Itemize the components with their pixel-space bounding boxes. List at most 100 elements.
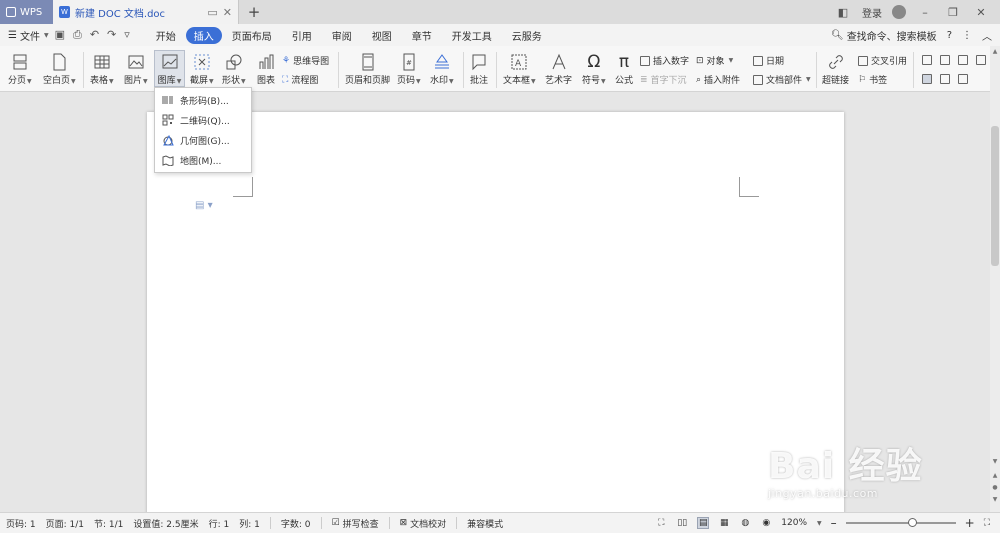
status-setting[interactable]: 设置值: 2.5厘米: [133, 517, 198, 530]
fullscreen-icon[interactable]: ⛶: [655, 517, 667, 529]
print-icon[interactable]: ⎙: [73, 28, 82, 42]
screenshot-button[interactable]: 截屏▼: [190, 51, 214, 86]
shapes-button[interactable]: 形状▼: [222, 51, 246, 86]
spell-check-button[interactable]: ☑ 拼写检查: [332, 517, 379, 530]
zoom-in-button[interactable]: +: [965, 516, 975, 530]
layout-option-icon[interactable]: [922, 74, 932, 84]
redo-icon[interactable]: ↷: [107, 28, 116, 42]
tab-references[interactable]: 引用: [282, 27, 322, 44]
status-pages[interactable]: 页面: 1/1: [46, 517, 84, 530]
zoom-out-button[interactable]: –: [831, 516, 837, 530]
minimize-tab-icon[interactable]: ▭: [207, 6, 217, 19]
eye-protect-icon[interactable]: ◉: [760, 517, 772, 529]
symbol-button[interactable]: Ω 符号▼: [582, 51, 606, 86]
status-section[interactable]: 节: 1/1: [94, 517, 123, 530]
date-button[interactable]: 日期: [753, 54, 784, 67]
gallery-button[interactable]: 图库▼: [154, 50, 185, 87]
tab-view[interactable]: 视图: [362, 27, 402, 44]
save-icon[interactable]: ▣: [55, 28, 65, 42]
zoom-level[interactable]: 120%: [781, 518, 807, 528]
layout-option-icon[interactable]: [958, 74, 968, 84]
hyperlink-button[interactable]: 超链接: [822, 51, 849, 86]
insert-attachment-button[interactable]: ⌕ 插入附件: [696, 73, 740, 87]
reading-view-icon[interactable]: ▯▯: [676, 517, 688, 529]
restore-window-button[interactable]: ❐: [944, 6, 962, 19]
doc-proof-button[interactable]: ⊠ 文档校对: [400, 517, 447, 530]
status-col[interactable]: 列: 1: [239, 517, 260, 530]
command-search[interactable]: 🔍︎ 查找命令、搜索模板: [831, 28, 937, 43]
minimize-window-button[interactable]: –: [916, 6, 934, 19]
cross-ref-button[interactable]: 交叉引用: [858, 54, 907, 67]
watermark-button[interactable]: 水印▼: [430, 51, 454, 86]
header-footer-button[interactable]: 页眉和页脚: [345, 51, 390, 86]
prev-page-icon[interactable]: ▲: [990, 472, 1000, 479]
chevron-down-icon: ▼: [43, 31, 49, 39]
chart-button[interactable]: 图表: [255, 51, 277, 86]
scroll-up-icon[interactable]: ▲: [990, 48, 1000, 55]
login-link[interactable]: 登录: [862, 5, 882, 20]
picture-button[interactable]: 图片▼: [124, 51, 148, 86]
view-option-icon[interactable]: [958, 55, 968, 65]
paste-options-icon[interactable]: ▤ ▾: [195, 200, 213, 211]
formula-button[interactable]: π 公式: [613, 51, 635, 86]
gallery-menu-geometry[interactable]: 几何图(G)...: [155, 130, 251, 150]
table-button[interactable]: 表格▼: [90, 51, 114, 86]
zoom-slider[interactable]: [845, 518, 956, 527]
object-button[interactable]: ⊡ 对象 ▼: [696, 54, 733, 68]
skin-icon[interactable]: ◧: [834, 6, 852, 19]
close-window-button[interactable]: ✕: [972, 6, 990, 19]
status-page-number[interactable]: 页码: 1: [6, 517, 36, 530]
more-icon[interactable]: ⋮: [962, 30, 972, 41]
help-icon[interactable]: ?: [947, 30, 952, 41]
flowchart-button[interactable]: ⛶ 流程图: [282, 73, 318, 87]
tab-insert[interactable]: 插入: [185, 26, 222, 44]
wps-home-tab[interactable]: WPS: [0, 0, 53, 24]
drop-cap-button[interactable]: ≣ 首字下沉: [640, 73, 687, 87]
page-break-button[interactable]: 分页▼: [8, 51, 32, 86]
tab-home[interactable]: 开始: [146, 27, 186, 44]
view-option-icon[interactable]: [976, 55, 986, 65]
close-tab-icon[interactable]: ✕: [223, 6, 232, 19]
status-row[interactable]: 行: 1: [209, 517, 230, 530]
layout-option-icon[interactable]: [940, 74, 950, 84]
scrollbar-thumb[interactable]: [991, 126, 999, 266]
new-tab-button[interactable]: +: [239, 0, 269, 24]
zoom-dropdown-icon[interactable]: ▼: [817, 520, 822, 527]
zoom-slider-thumb[interactable]: [907, 518, 917, 527]
select-browse-icon[interactable]: ●: [990, 484, 1000, 491]
web-view-icon[interactable]: ◍: [739, 517, 751, 529]
insert-number-button[interactable]: 插入数字: [640, 54, 689, 67]
wordart-button[interactable]: 艺术字: [545, 51, 572, 86]
doc-parts-button[interactable]: 文档部件 ▼: [753, 73, 811, 86]
tab-developer[interactable]: 开发工具: [442, 27, 502, 44]
vertical-scrollbar[interactable]: ▲ ▼ ▲ ● ▼: [990, 46, 1000, 512]
undo-icon[interactable]: ↶: [90, 28, 99, 42]
page-view-icon[interactable]: ▤: [697, 517, 710, 529]
tab-cloud[interactable]: 云服务: [502, 27, 552, 44]
outline-view-icon[interactable]: ▦: [718, 517, 730, 529]
page-number-button[interactable]: # 页码▼: [397, 51, 421, 86]
fit-window-icon[interactable]: ⛶: [984, 518, 990, 528]
collapse-ribbon-icon[interactable]: ︿: [982, 28, 992, 43]
gallery-menu-qrcode[interactable]: 二维码(Q)...: [155, 110, 251, 130]
view-option-icon[interactable]: [940, 55, 950, 65]
status-word-count[interactable]: 字数: 0: [281, 517, 311, 530]
document-page[interactable]: ▤ ▾: [147, 112, 844, 522]
comment-button[interactable]: 批注: [468, 51, 490, 86]
customize-quick-icon[interactable]: ▿: [124, 28, 130, 42]
bookmark-button[interactable]: ⚐ 书签: [858, 73, 887, 87]
mindmap-button[interactable]: ⚘ 思维导图: [282, 54, 329, 68]
avatar-icon[interactable]: [892, 5, 906, 19]
scroll-down-icon[interactable]: ▼: [990, 458, 1000, 465]
tab-review[interactable]: 审阅: [322, 27, 362, 44]
gallery-menu-map[interactable]: 地图(M)...: [155, 150, 251, 170]
gallery-menu-barcode[interactable]: 条形码(B)...: [155, 90, 251, 110]
tab-page-layout[interactable]: 页面布局: [222, 27, 282, 44]
view-option-icon[interactable]: [922, 55, 932, 65]
textbox-button[interactable]: A 文本框▼: [503, 51, 536, 86]
file-menu[interactable]: ☰ 文件 ▼: [8, 28, 49, 43]
document-tab[interactable]: W 新建 DOC 文档.doc ▭ ✕: [53, 0, 239, 24]
next-page-icon[interactable]: ▼: [990, 496, 1000, 503]
tab-section[interactable]: 章节: [402, 27, 442, 44]
blank-page-button[interactable]: 空白页▼: [43, 51, 76, 86]
